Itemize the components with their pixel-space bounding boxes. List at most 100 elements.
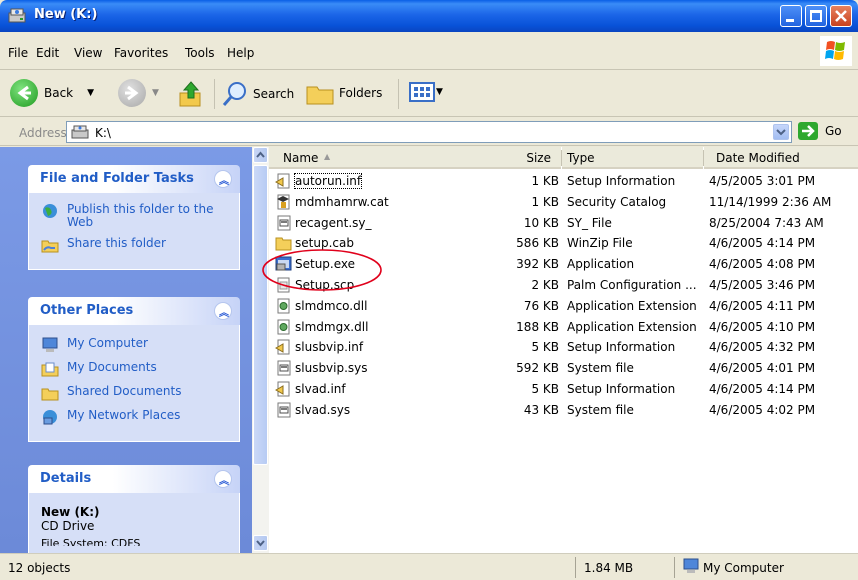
search-button[interactable]: Search bbox=[220, 79, 294, 109]
inf-icon bbox=[275, 381, 290, 397]
place-label: Shared Documents bbox=[67, 384, 182, 398]
status-size: 1.84 MB bbox=[584, 561, 634, 575]
file-type: WinZip File bbox=[567, 236, 633, 251]
minimize-button[interactable] bbox=[780, 5, 802, 27]
file-date: 4/6/2005 4:14 PM bbox=[709, 236, 816, 251]
file-date: 8/25/2004 7:43 AM bbox=[709, 215, 824, 230]
place-label: My Network Places bbox=[67, 408, 181, 422]
file-row[interactable]: slmdmgx.dll 188 KB Application Extension 4/… bbox=[269, 317, 858, 337]
file-list-view[interactable]: Name ▲ Size Type Date Modified autorun.i… bbox=[262, 147, 858, 553]
forward-button[interactable]: ▼ bbox=[118, 79, 159, 107]
menu-edit[interactable]: Edit bbox=[36, 46, 59, 60]
views-dropdown-icon: ▼ bbox=[436, 87, 443, 97]
task-pane-scrollbar[interactable] bbox=[252, 147, 269, 553]
collapse-chevron-icon[interactable]: ︽ bbox=[214, 470, 232, 488]
file-row[interactable]: slusbvip.inf 5 KB Setup Information 4/6/200… bbox=[269, 337, 858, 357]
file-row[interactable]: slvad.inf 5 KB Setup Information 4/6/2005 4… bbox=[269, 379, 858, 399]
folders-label: Folders bbox=[339, 86, 383, 100]
windows-logo bbox=[820, 36, 852, 66]
folders-button[interactable]: Folders bbox=[305, 79, 382, 107]
file-type: Application Extension bbox=[567, 298, 697, 313]
details-panel: Details ︽ New (K:) CD Drive File System:… bbox=[28, 465, 240, 553]
back-dropdown-icon[interactable]: ▼ bbox=[87, 88, 94, 98]
column-label: Name bbox=[283, 151, 319, 165]
sort-ascending-icon: ▲ bbox=[324, 152, 331, 161]
file-name: slmdmgx.dll bbox=[295, 319, 369, 334]
file-row[interactable]: slvad.sys 43 KB System file 4/6/2005 4:02 P… bbox=[269, 400, 858, 420]
publish-folder-link[interactable]: Publish this folder to the Web bbox=[41, 203, 239, 229]
menu-file[interactable]: File bbox=[8, 46, 28, 60]
file-date: 4/6/2005 4:11 PM bbox=[709, 298, 816, 313]
column-header-type[interactable]: Type bbox=[562, 147, 703, 169]
address-label: Address bbox=[19, 126, 67, 140]
back-button[interactable]: Back ▼ bbox=[10, 79, 94, 107]
file-row[interactable]: slmdmco.dll 76 KB Application Extension 4/6… bbox=[269, 296, 858, 316]
file-size: 2 KB bbox=[531, 278, 559, 292]
windows-flag-icon bbox=[825, 41, 845, 60]
status-bar: 12 objects 1.84 MB My Computer bbox=[0, 553, 858, 580]
panel-header[interactable]: Details ︽ bbox=[28, 465, 240, 493]
file-row[interactable]: recagent.sy_ 10 KB SY_ File 8/25/2004 7:43 … bbox=[269, 213, 858, 233]
column-header-date[interactable]: Date Modified bbox=[704, 147, 858, 169]
close-button[interactable] bbox=[830, 5, 852, 27]
sys-file-icon bbox=[277, 215, 291, 231]
maximize-button[interactable] bbox=[805, 5, 827, 27]
title-bar[interactable]: New (K:) bbox=[0, 0, 858, 32]
share-folder-link[interactable]: Share this folder bbox=[41, 237, 239, 253]
my-documents-icon bbox=[41, 362, 59, 377]
task-label: Publish this folder to the Web bbox=[67, 202, 214, 229]
panel-title: Other Places bbox=[40, 303, 134, 318]
file-type: Setup Information bbox=[567, 174, 676, 188]
back-label: Back bbox=[44, 86, 74, 100]
scroll-up-button[interactable] bbox=[253, 147, 268, 163]
menu-view[interactable]: View bbox=[74, 46, 102, 60]
forward-arrow-icon bbox=[118, 79, 146, 107]
file-size: 392 KB bbox=[516, 257, 559, 272]
annotation-circle bbox=[262, 249, 382, 291]
sys-file-icon bbox=[277, 402, 291, 418]
column-header-size[interactable]: Size bbox=[501, 147, 559, 169]
file-size: 10 KB bbox=[523, 215, 559, 230]
collapse-chevron-icon[interactable]: ︽ bbox=[214, 302, 232, 320]
place-my-documents[interactable]: My Documents bbox=[41, 361, 239, 377]
menu-help[interactable]: Help bbox=[227, 46, 254, 60]
window-title: New (K:) bbox=[34, 7, 98, 22]
go-button[interactable]: Go bbox=[797, 121, 842, 141]
column-label: Date Modified bbox=[716, 151, 800, 165]
file-type: SY_ File bbox=[567, 215, 612, 230]
close-icon bbox=[835, 10, 847, 22]
place-shared-documents[interactable]: Shared Documents bbox=[41, 385, 239, 401]
file-type: Palm Configuration ... bbox=[567, 278, 697, 292]
address-bar: Address K:\ Go bbox=[0, 118, 858, 146]
place-my-computer[interactable]: My Computer bbox=[41, 337, 239, 353]
column-label: Size bbox=[526, 151, 551, 165]
file-name: slusbvip.sys bbox=[295, 361, 368, 376]
file-date: 4/5/2005 3:01 PM bbox=[709, 174, 816, 188]
menu-favorites[interactable]: Favorites bbox=[114, 46, 168, 60]
file-date: 4/5/2005 3:46 PM bbox=[709, 278, 816, 292]
chevron-down-icon bbox=[256, 540, 265, 547]
address-dropdown-button[interactable] bbox=[773, 124, 789, 140]
file-row[interactable]: mdmhamrw.cat 1 KB Security Catalog 11/14/19… bbox=[269, 192, 858, 212]
file-size: 586 KB bbox=[516, 236, 559, 251]
file-row[interactable]: slusbvip.sys 592 KB System file 4/6/2005 4:… bbox=[269, 358, 858, 378]
catalog-icon bbox=[277, 194, 290, 210]
panel-header[interactable]: File and Folder Tasks ︽ bbox=[28, 165, 240, 193]
details-kind: CD Drive bbox=[41, 519, 95, 533]
panel-header[interactable]: Other Places ︽ bbox=[28, 297, 240, 325]
scroll-thumb[interactable] bbox=[253, 165, 268, 465]
file-type: Setup Information bbox=[567, 382, 676, 396]
address-input[interactable]: K:\ bbox=[66, 121, 792, 143]
scroll-down-button[interactable] bbox=[253, 535, 268, 551]
dll-icon bbox=[277, 319, 290, 335]
menu-tools[interactable]: Tools bbox=[185, 46, 215, 60]
file-date: 4/6/2005 4:32 PM bbox=[709, 340, 816, 355]
collapse-chevron-icon[interactable]: ︽ bbox=[214, 170, 232, 188]
views-button[interactable]: ▼ bbox=[408, 79, 443, 105]
file-row[interactable]: autorun.inf 1 KB Setup Information 4/5/2005… bbox=[269, 171, 858, 191]
place-my-network-places[interactable]: My Network Places bbox=[41, 409, 239, 425]
up-folder-button[interactable] bbox=[176, 79, 206, 109]
drive-icon bbox=[71, 125, 89, 139]
go-arrow-icon bbox=[798, 122, 818, 140]
share-folder-icon bbox=[41, 240, 59, 253]
